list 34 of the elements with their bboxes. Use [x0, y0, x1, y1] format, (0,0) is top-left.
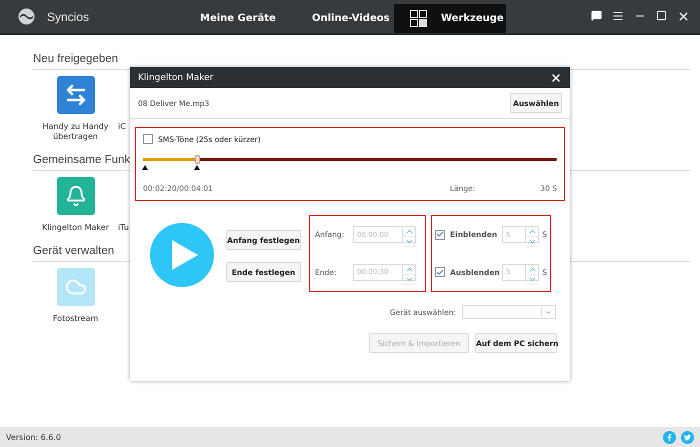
caret-icon — [545, 308, 552, 316]
tool-label: iC — [118, 122, 126, 132]
tool-label: Klingelton Maker — [41, 223, 110, 233]
close-icon[interactable] — [677, 10, 690, 23]
slider-track[interactable] — [143, 158, 557, 161]
device-select[interactable] — [462, 305, 556, 319]
tool-label: Fotostream — [52, 314, 100, 324]
tool-tile[interactable] — [56, 268, 94, 306]
twitter-icon[interactable] — [681, 430, 694, 444]
dialog-title: Klingelton Maker — [138, 72, 214, 82]
logo-icon — [18, 8, 35, 25]
menu-icon[interactable] — [612, 10, 624, 22]
end-marker-icon[interactable] — [194, 165, 200, 170]
facebook-icon[interactable] — [663, 430, 676, 444]
tool-label: iTu — [118, 223, 129, 233]
checkbox[interactable] — [435, 267, 445, 278]
bell-icon — [64, 185, 86, 207]
tool-tile[interactable] — [56, 177, 94, 215]
start-marker-icon[interactable] — [142, 165, 148, 170]
maximize-icon[interactable] — [656, 10, 667, 21]
nav-tab[interactable]: Werkzeuge — [394, 4, 506, 33]
checkbox[interactable] — [435, 230, 445, 240]
nav-tab[interactable]: Meine Geräte — [170, 4, 282, 33]
version-text: Version: 6.6.0 — [6, 432, 62, 442]
grid-icon — [410, 10, 427, 27]
checkbox[interactable] — [143, 134, 153, 144]
close-icon[interactable] — [550, 72, 562, 84]
chat-icon[interactable] — [591, 10, 602, 21]
nav-tab[interactable]: Online-Videos — [282, 4, 394, 33]
play-triangle-icon — [172, 240, 198, 270]
slider-thumb[interactable] — [194, 155, 200, 164]
app-name: Syncios — [47, 10, 90, 24]
tool-label: Handy zu Handy übertragen — [42, 122, 110, 142]
tool-tile[interactable] — [56, 76, 94, 114]
